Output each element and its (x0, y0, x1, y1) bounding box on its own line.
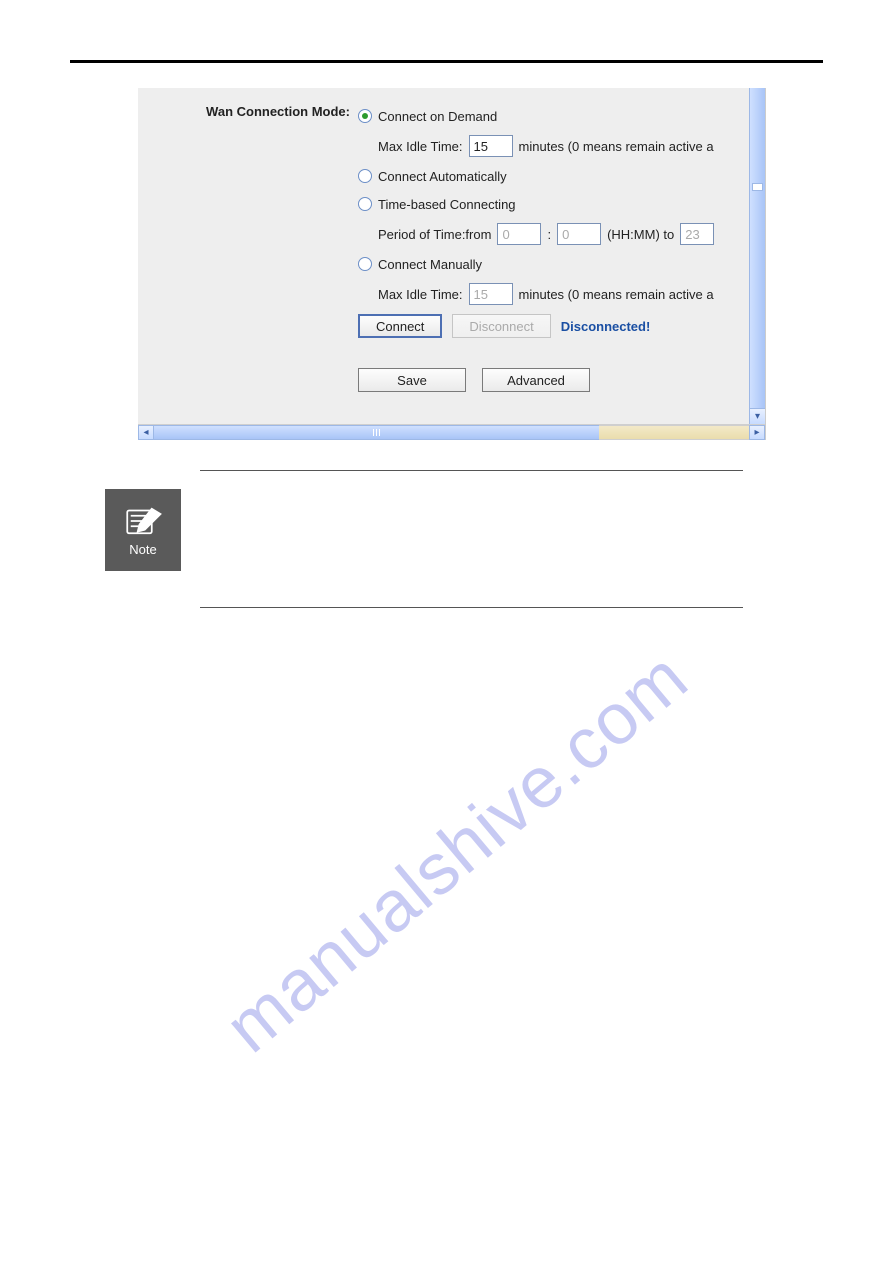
save-button[interactable]: Save (358, 368, 466, 392)
scroll-down-icon[interactable]: ▾ (750, 408, 765, 424)
option-connect-on-demand[interactable]: Connect on Demand (358, 102, 749, 130)
advanced-button[interactable]: Advanced (482, 368, 590, 392)
scrollbar-thumb[interactable] (752, 183, 763, 191)
radio-icon (358, 169, 372, 183)
option-label: Connect Automatically (378, 169, 507, 184)
note-label: Note (129, 542, 156, 557)
period-to-input[interactable] (557, 223, 601, 245)
max-idle-demand-input[interactable] (469, 135, 513, 157)
scroll-right-icon[interactable]: ▸ (749, 425, 765, 440)
period-end-input[interactable] (680, 223, 714, 245)
period-sep: : (547, 227, 551, 242)
disconnect-button: Disconnect (452, 314, 550, 338)
connection-status: Disconnected! (561, 319, 651, 334)
config-panel: Wan Connection Mode: Connect on Demand M… (138, 88, 766, 440)
radio-icon (358, 257, 372, 271)
option-label: Connect on Demand (378, 109, 497, 124)
note-icon: Note (105, 489, 181, 571)
scrollbar-track[interactable] (599, 425, 749, 440)
period-from-input[interactable] (497, 223, 541, 245)
divider (200, 607, 743, 608)
option-connect-manually[interactable]: Connect Manually (358, 250, 749, 278)
connect-button[interactable]: Connect (358, 314, 442, 338)
period-prefix: Period of Time:from (378, 227, 491, 242)
radio-icon (358, 197, 372, 211)
content-area: Wan Connection Mode: Connect on Demand M… (138, 88, 749, 424)
radio-icon (358, 109, 372, 123)
option-label: Time-based Connecting (378, 197, 516, 212)
divider (200, 470, 743, 471)
idle-suffix: minutes (0 means remain active a (519, 139, 714, 154)
option-connect-automatically[interactable]: Connect Automatically (358, 162, 749, 190)
section-label: Wan Connection Mode: (138, 102, 358, 119)
page-top-rule (70, 60, 823, 63)
idle-suffix: minutes (0 means remain active a (519, 287, 714, 302)
option-time-based[interactable]: Time-based Connecting (358, 190, 749, 218)
scroll-left-icon[interactable]: ◂ (138, 425, 154, 440)
watermark-text: manualshive.com (210, 636, 703, 1069)
horizontal-scrollbar[interactable]: ◂ ▸ (138, 424, 765, 440)
max-idle-manual-input[interactable] (469, 283, 513, 305)
option-label: Connect Manually (378, 257, 482, 272)
idle-label: Max Idle Time: (378, 287, 463, 302)
period-hhmm: (HH:MM) to (607, 227, 674, 242)
scrollbar-thumb[interactable] (154, 425, 599, 440)
vertical-scrollbar[interactable]: ▾ (749, 88, 765, 424)
idle-label: Max Idle Time: (378, 139, 463, 154)
